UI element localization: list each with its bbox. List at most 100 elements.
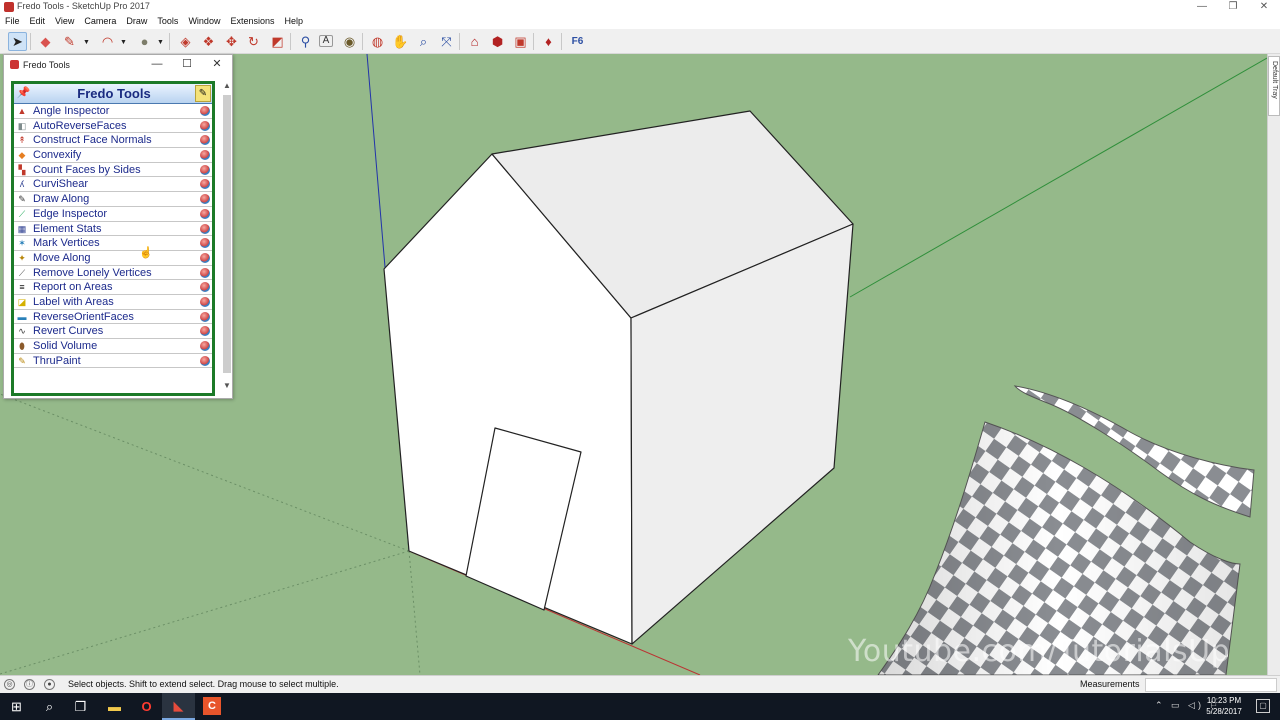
tool-row[interactable]: ✶ Mark Vertices bbox=[14, 236, 212, 251]
windows-start-icon[interactable]: ⊞ bbox=[0, 693, 33, 720]
curved-surface-model[interactable] bbox=[877, 385, 1255, 675]
geolocation-icon[interactable]: ◎ bbox=[4, 679, 15, 690]
follow-me-icon[interactable]: ❖ bbox=[199, 32, 218, 51]
push-pull-icon[interactable]: ◈ bbox=[176, 32, 195, 51]
fredo-window-titlebar[interactable]: Fredo Tools — ☐ ✕ bbox=[4, 55, 232, 75]
restore-button[interactable]: ❐ bbox=[1219, 0, 1247, 15]
tape-measure-icon[interactable]: ⚲ bbox=[296, 32, 315, 51]
close-button[interactable]: ✕ bbox=[1250, 0, 1278, 15]
task-view-icon[interactable]: ❐ bbox=[64, 693, 97, 720]
tool-row[interactable]: ◪ Label with Areas bbox=[14, 295, 212, 310]
default-tray-tab[interactable]: Default Tray bbox=[1268, 56, 1280, 116]
zoom-icon[interactable]: ⌕ bbox=[414, 32, 433, 51]
tool-help-icon[interactable] bbox=[200, 135, 210, 146]
tool-row[interactable]: ▦ Element Stats bbox=[14, 222, 212, 237]
tool-row[interactable]: ʎ CurviShear bbox=[14, 177, 212, 193]
pencil-dropdown-icon[interactable]: ▼ bbox=[83, 39, 90, 46]
arc-dropdown-icon[interactable]: ▼ bbox=[120, 39, 127, 46]
tool-help-icon[interactable] bbox=[200, 355, 210, 366]
shape-dropdown-icon[interactable]: ▼ bbox=[157, 39, 164, 46]
tool-help-icon[interactable] bbox=[200, 120, 210, 131]
tool-help-icon[interactable] bbox=[200, 238, 210, 249]
tool-help-icon[interactable] bbox=[200, 311, 210, 322]
menu-view[interactable]: View bbox=[50, 15, 79, 29]
ruby-icon[interactable]: ♦ bbox=[539, 32, 558, 51]
opera-icon[interactable]: O bbox=[130, 693, 163, 720]
tool-help-icon[interactable] bbox=[200, 341, 210, 351]
menu-edit[interactable]: Edit bbox=[25, 15, 51, 29]
menu-extensions[interactable]: Extensions bbox=[225, 15, 279, 29]
scroll-thumb[interactable] bbox=[223, 95, 231, 373]
minimize-button[interactable]: — bbox=[1188, 0, 1216, 15]
tool-row[interactable]: ≡ Report on Areas bbox=[14, 280, 212, 295]
tool-help-icon[interactable] bbox=[200, 252, 210, 263]
menu-window[interactable]: Window bbox=[183, 15, 225, 29]
warehouse-icon[interactable]: ⌂ bbox=[465, 32, 484, 51]
pin-icon[interactable]: 📌 bbox=[16, 86, 31, 101]
select-icon[interactable]: ➤ bbox=[8, 32, 27, 51]
rotate-icon[interactable]: ↻ bbox=[244, 32, 263, 51]
tool-row[interactable]: ⟋ Edge Inspector bbox=[14, 207, 212, 222]
tool-help-icon[interactable] bbox=[200, 223, 210, 234]
pencil-icon[interactable]: ✎ bbox=[60, 32, 79, 51]
measurements-input[interactable] bbox=[1145, 678, 1277, 692]
menu-tools[interactable]: Tools bbox=[152, 15, 183, 29]
tool-help-icon[interactable] bbox=[200, 164, 210, 175]
paint-bucket-icon[interactable]: ◉ bbox=[340, 32, 359, 51]
tool-help-icon[interactable] bbox=[200, 296, 210, 307]
menu-draw[interactable]: Draw bbox=[121, 15, 152, 29]
tool-row[interactable]: ⟋ Remove Lonely Vertices bbox=[14, 266, 212, 281]
zoom-extents-icon[interactable]: ⤧ bbox=[437, 32, 456, 51]
tool-help-icon[interactable] bbox=[200, 208, 210, 219]
shape-icon[interactable]: ● bbox=[135, 32, 154, 51]
credits-icon[interactable]: ⓘ bbox=[24, 679, 35, 690]
scroll-up-icon[interactable]: ▲ bbox=[222, 81, 232, 91]
search-icon[interactable]: ⌕ bbox=[33, 693, 66, 720]
tool-icon: ▲ bbox=[17, 106, 27, 116]
tool-row[interactable]: ⬮ Solid Volume bbox=[14, 339, 212, 354]
tool-help-icon[interactable] bbox=[200, 267, 210, 278]
file-explorer-icon[interactable]: ▬ bbox=[98, 693, 131, 720]
tool-row[interactable]: ∿ Revert Curves bbox=[14, 324, 212, 339]
menu-file[interactable]: File bbox=[0, 15, 25, 29]
scroll-down-icon[interactable]: ▼ bbox=[222, 381, 232, 391]
tool-help-icon[interactable] bbox=[200, 194, 210, 205]
extension-warehouse-icon[interactable]: ▣ bbox=[511, 32, 530, 51]
taskbar-clock[interactable]: 10:23 PM 5/28/2017 bbox=[1200, 695, 1248, 717]
fredo-minimize-button[interactable]: — bbox=[148, 57, 166, 72]
tool-help-icon[interactable] bbox=[200, 106, 210, 116]
tool-row[interactable]: ✎ ThruPaint bbox=[14, 354, 212, 369]
tool-row[interactable]: ✎ Draw Along bbox=[14, 192, 212, 207]
tool-help-icon[interactable] bbox=[200, 179, 210, 190]
tool-row[interactable]: ◧ AutoReverseFaces bbox=[14, 119, 212, 134]
eraser-icon[interactable]: ◆ bbox=[36, 32, 55, 51]
menu-help[interactable]: Help bbox=[279, 15, 308, 29]
camtasia-icon[interactable]: C bbox=[203, 697, 221, 715]
sketchup-icon[interactable]: ◣ bbox=[162, 693, 195, 720]
fredo-close-button[interactable]: ✕ bbox=[208, 57, 226, 72]
tool-help-icon[interactable] bbox=[200, 282, 210, 293]
pan-icon[interactable]: ✋ bbox=[391, 32, 410, 51]
tool-row[interactable]: ▚ Count Faces by Sides bbox=[14, 163, 212, 178]
settings-wrench-icon[interactable]: ✎ bbox=[195, 85, 211, 102]
user-account-icon[interactable]: ● bbox=[44, 679, 55, 690]
menu-camera[interactable]: Camera bbox=[79, 15, 121, 29]
fredo-maximize-button[interactable]: ☐ bbox=[178, 57, 196, 72]
tool-row[interactable]: ▬ ReverseOrientFaces bbox=[14, 310, 212, 325]
house-model[interactable] bbox=[383, 110, 854, 645]
notifications-icon[interactable]: ▢ bbox=[1256, 699, 1270, 713]
tool-row[interactable]: ✦ Move Along bbox=[14, 251, 212, 266]
tool-row[interactable]: ▲ Angle Inspector bbox=[14, 104, 212, 119]
fredo-scrollbar[interactable]: ▲ ▼ bbox=[222, 81, 232, 395]
tool-help-icon[interactable] bbox=[200, 150, 210, 161]
scale-icon[interactable]: ◩ bbox=[268, 32, 287, 51]
components-icon[interactable]: ⬢ bbox=[488, 32, 507, 51]
tool-help-icon[interactable] bbox=[200, 326, 210, 337]
text-icon[interactable]: A bbox=[319, 35, 333, 47]
arc-icon[interactable]: ◠ bbox=[98, 32, 117, 51]
fredo6-icon[interactable]: F6 bbox=[568, 32, 587, 51]
tool-row[interactable]: ↟ Construct Face Normals bbox=[14, 133, 212, 149]
move-icon[interactable]: ✥ bbox=[222, 32, 241, 51]
orbit-icon[interactable]: ◍ bbox=[368, 32, 387, 51]
tool-row[interactable]: ◆ Convexify bbox=[14, 148, 212, 163]
